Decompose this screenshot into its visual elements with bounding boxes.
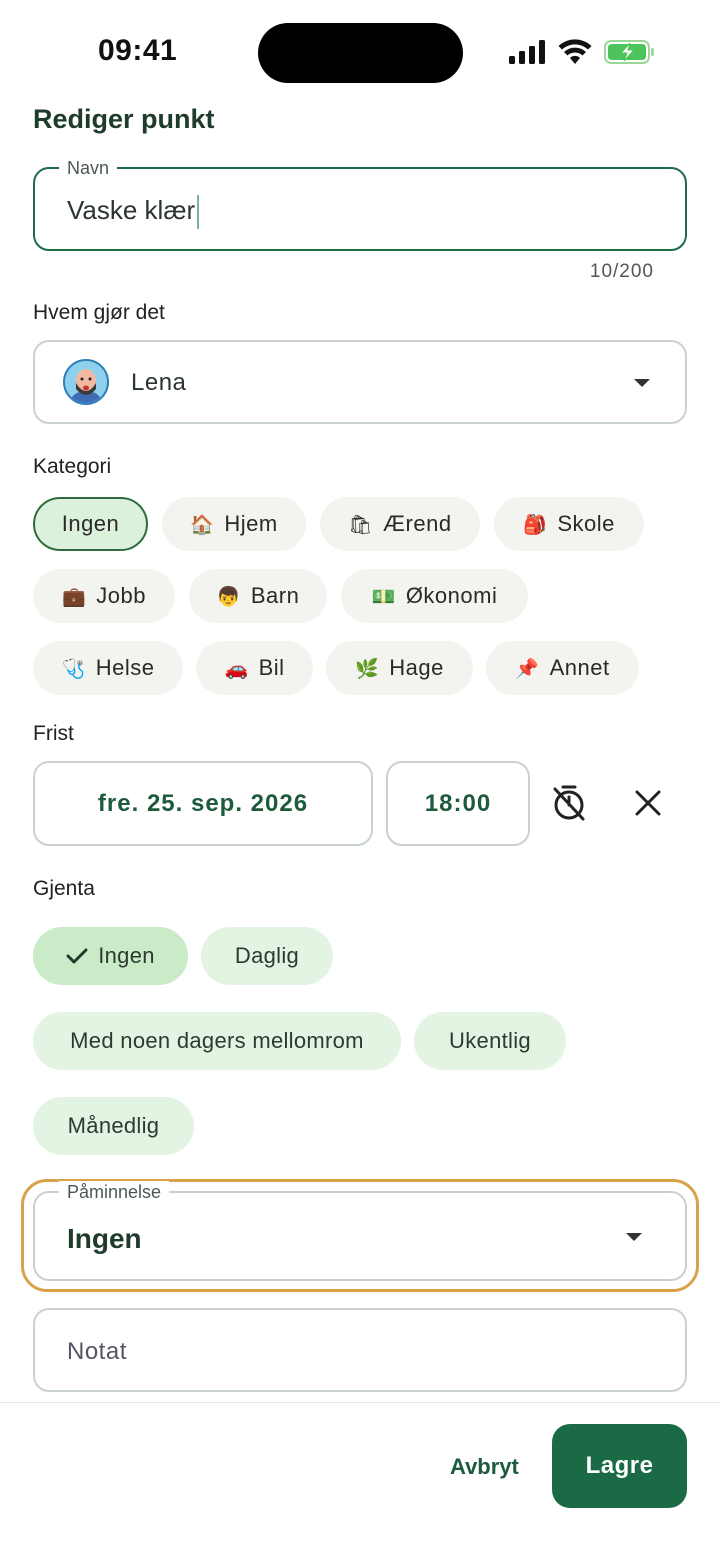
- check-icon: [66, 948, 88, 964]
- dynamic-island: [258, 23, 463, 83]
- category-chip-hage[interactable]: 🌿 Hage: [326, 641, 473, 695]
- category-chip-bil[interactable]: 🚗 Bil: [196, 641, 313, 695]
- chevron-down-icon: [626, 1233, 642, 1241]
- edit-item-sheet: 09:41 Rediger punkt Navn Vaske klær 10/2…: [0, 0, 720, 1564]
- chip-label: Jobb: [96, 583, 146, 608]
- avatar: [63, 359, 109, 405]
- time-value: 18:00: [424, 790, 492, 817]
- time-field[interactable]: 18:00: [386, 761, 530, 846]
- category-chip-annet[interactable]: 📌 Annet: [486, 641, 639, 695]
- money-icon: 💵: [371, 585, 396, 608]
- category-chip-skole[interactable]: 🎒 Skole: [494, 497, 644, 551]
- repeat-chip-daglig[interactable]: Daglig: [201, 927, 333, 985]
- footer-divider: [0, 1402, 720, 1403]
- chip-label: Økonomi: [405, 583, 498, 608]
- category-chip-okonomi[interactable]: 💵 Økonomi: [341, 569, 528, 623]
- save-button[interactable]: Lagre: [552, 1424, 687, 1508]
- repeat-chip-ingen[interactable]: Ingen: [33, 927, 188, 985]
- reminder-label: Påminnelse: [59, 1181, 170, 1203]
- repeat-label: Gjenta: [33, 877, 95, 900]
- chip-label: Hage: [389, 655, 444, 680]
- chip-label: Helse: [95, 655, 155, 680]
- house-icon: 🏠: [190, 513, 215, 536]
- battery-charging-icon: [604, 40, 654, 64]
- repeat-chip-manedlig[interactable]: Månedlig: [33, 1097, 194, 1155]
- chip-label: Ærend: [383, 511, 452, 536]
- chip-label: Ukentlig: [449, 1028, 531, 1053]
- category-chip-hjem[interactable]: 🏠 Hjem: [162, 497, 306, 551]
- reminder-value: Ingen: [67, 1223, 142, 1254]
- chip-label: Daglig: [234, 943, 300, 968]
- note-placeholder: Notat: [67, 1338, 127, 1365]
- category-chip-barn[interactable]: 👦 Barn: [189, 569, 327, 623]
- chip-label: Barn: [250, 583, 300, 608]
- chip-label: Ingen: [98, 943, 155, 968]
- date-value: fre. 25. sep. 2026: [97, 790, 309, 817]
- stethoscope-icon: 🩺: [61, 657, 86, 680]
- assignee-select[interactable]: Lena: [33, 340, 687, 424]
- wifi-icon: [558, 39, 592, 64]
- leaf-icon: 🌿: [355, 657, 380, 680]
- category-label: Kategori: [33, 455, 112, 478]
- repeat-chip-interval[interactable]: Med noen dagers mellomrom: [33, 1012, 401, 1070]
- category-chip-jobb[interactable]: 💼 Jobb: [33, 569, 175, 623]
- shopping-bags-icon: 🛍: [348, 513, 374, 536]
- assignee-label: Hvem gjør det: [33, 301, 165, 324]
- briefcase-icon: 💼: [62, 585, 87, 608]
- name-field-value: Vaske klær: [67, 195, 196, 225]
- child-icon: 👦: [216, 585, 241, 608]
- category-chip-aerend[interactable]: 🛍 Ærend: [320, 497, 480, 551]
- chip-label: Med noen dagers mellomrom: [70, 1028, 364, 1053]
- backpack-icon: 🎒: [523, 513, 548, 536]
- category-chip-ingen[interactable]: Ingen: [33, 497, 148, 551]
- timer-off-icon[interactable]: [549, 783, 589, 823]
- note-field[interactable]: Notat: [33, 1308, 687, 1392]
- date-field[interactable]: fre. 25. sep. 2026: [33, 761, 373, 846]
- name-field-value-wrap: Vaske klær: [67, 195, 200, 230]
- category-chip-helse[interactable]: 🩺 Helse: [33, 641, 183, 695]
- chip-label: Ingen: [61, 511, 120, 536]
- status-icons: [508, 36, 656, 68]
- car-icon: 🚗: [224, 657, 249, 680]
- chip-label: Bil: [258, 655, 285, 680]
- chip-label: Hjem: [224, 511, 278, 536]
- status-time: 09:41: [98, 34, 178, 67]
- clear-deadline-icon[interactable]: [633, 788, 663, 818]
- page-title: Rediger punkt: [33, 104, 215, 134]
- cancel-button[interactable]: Avbryt: [440, 1448, 529, 1486]
- signal-icon: [509, 40, 545, 64]
- text-caret: [197, 195, 200, 230]
- pushpin-icon: 📌: [515, 657, 540, 680]
- character-counter: 10/200: [589, 261, 654, 282]
- repeat-chip-ukentlig[interactable]: Ukentlig: [414, 1012, 566, 1070]
- name-field-label: Navn: [59, 157, 118, 179]
- name-field[interactable]: Navn Vaske klær: [33, 157, 687, 251]
- chip-label: Månedlig: [67, 1113, 160, 1138]
- assignee-value: Lena: [131, 369, 187, 396]
- chip-label: Annet: [549, 655, 610, 680]
- chevron-down-icon: [634, 379, 650, 387]
- chip-label: Skole: [557, 511, 615, 536]
- reminder-select[interactable]: Påminnelse Ingen: [33, 1181, 687, 1281]
- deadline-label: Frist: [33, 722, 74, 745]
